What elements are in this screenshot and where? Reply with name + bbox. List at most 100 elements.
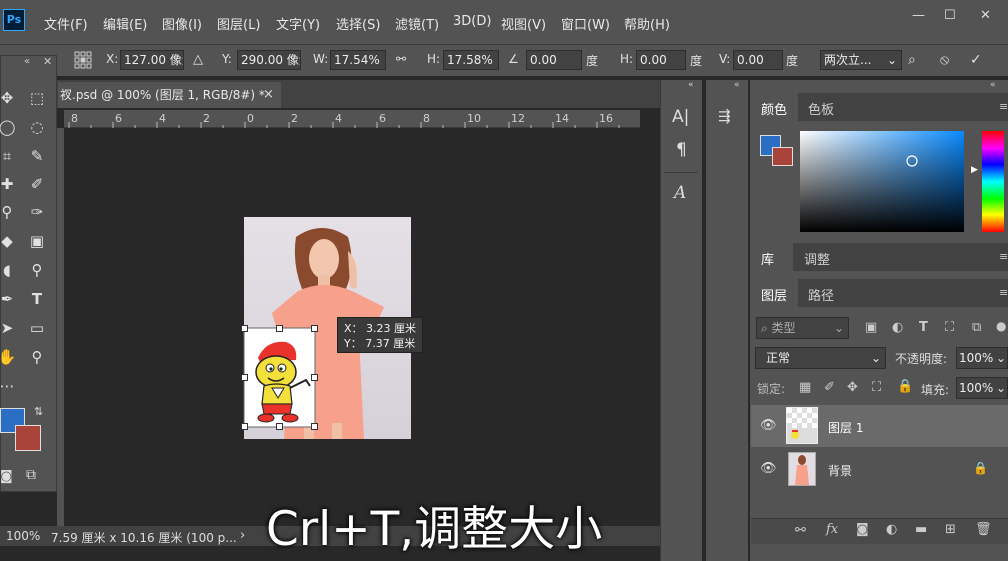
x-field[interactable]: 127.00 像素 <box>120 50 184 70</box>
lock-transparent-icon[interactable]: ▦ <box>799 380 811 395</box>
path-select-tool-icon[interactable]: ➤ <box>0 316 20 340</box>
tab-adjustments[interactable]: 调整 <box>804 249 830 268</box>
maximize-button[interactable]: ☐ <box>944 8 956 23</box>
history-brush-tool-icon[interactable]: ✑ <box>24 200 50 224</box>
type-tool-icon[interactable]: T <box>24 287 50 311</box>
layer-filter-select[interactable]: ⌕ 类型 ⌄ <box>756 317 849 339</box>
zoom-tool-icon[interactable]: ⚲ <box>24 345 50 369</box>
warp-icon[interactable]: ⌕ <box>908 52 916 68</box>
paragraph-panel-icon[interactable]: ¶ <box>676 140 687 160</box>
adjustment-layer-icon[interactable]: ◐ <box>886 522 897 537</box>
interpolation-select[interactable]: 两次立... ⌄ <box>820 50 902 70</box>
close-icon[interactable]: ✕ <box>43 55 52 68</box>
document-tab[interactable]: 衩.psd @ 100% (图层 1, RGB/8#) * <box>58 82 281 108</box>
new-group-icon[interactable]: ▬ <box>915 522 927 537</box>
more-tools-icon[interactable]: ⋯ <box>0 374 20 398</box>
background-color-swatch[interactable] <box>15 425 41 451</box>
menu-file[interactable]: 文件(F) <box>44 14 88 33</box>
lock-artboard-icon[interactable]: ⛶ <box>872 380 881 395</box>
h-field[interactable]: 17.58% <box>443 50 499 70</box>
menu-filter[interactable]: 滤镜(T) <box>395 14 439 33</box>
menu-select[interactable]: 选择(S) <box>336 14 380 33</box>
collapse-icon[interactable]: « <box>990 80 996 90</box>
fill-field[interactable]: 100% ⌄ <box>956 377 1008 399</box>
layer-name[interactable]: 背景 <box>828 462 852 479</box>
panel-menu-icon[interactable]: ≡ <box>999 100 1008 113</box>
collapse-icon[interactable]: « <box>734 80 740 90</box>
hand-tool-icon[interactable]: ✋ <box>0 345 20 369</box>
vskew-field[interactable]: 0.00 <box>733 50 783 70</box>
tab-swatches[interactable]: 色板 <box>808 99 834 118</box>
rectangle-tool-icon[interactable]: ▭ <box>24 316 50 340</box>
minimize-button[interactable]: — <box>912 8 925 23</box>
status-menu-arrow-icon[interactable]: › <box>240 528 245 543</box>
lock-pixels-icon[interactable]: ✐ <box>824 380 835 395</box>
zoom-level[interactable]: 100% <box>6 529 40 543</box>
menu-image[interactable]: 图像(I) <box>162 14 202 33</box>
marquee-tool-icon[interactable]: ⬚ <box>24 86 50 110</box>
add-mask-icon[interactable]: ◙ <box>856 522 869 537</box>
menu-layer[interactable]: 图层(L) <box>217 14 260 33</box>
quick-mask-icon[interactable]: ◙ <box>0 469 13 484</box>
tab-close-icon[interactable]: × <box>263 87 274 102</box>
character-panel-icon[interactable]: A| <box>672 107 689 127</box>
hue-slider[interactable] <box>982 131 1004 232</box>
swap-colors-icon[interactable]: ⇅ <box>34 405 43 418</box>
visibility-eye-icon[interactable]: 👁 <box>760 418 777 433</box>
eraser-tool-icon[interactable]: ◆ <box>0 229 20 253</box>
quick-select-tool-icon[interactable]: ◌ <box>24 115 50 139</box>
move-tool-icon[interactable]: ✥ <box>0 86 20 110</box>
menu-help[interactable]: 帮助(H) <box>624 14 670 33</box>
opacity-field[interactable]: 100% ⌄ <box>956 347 1008 369</box>
close-button[interactable]: ✕ <box>980 8 991 23</box>
menu-edit[interactable]: 编辑(E) <box>103 14 147 33</box>
eyedropper-tool-icon[interactable]: ✎ <box>24 144 50 168</box>
history-panel-icon[interactable]: ⇶ <box>718 107 731 125</box>
menu-view[interactable]: 视图(V) <box>501 14 546 33</box>
filter-type-icon[interactable]: T <box>919 320 928 335</box>
transform-bounding-box[interactable] <box>241 325 319 431</box>
filter-smartobject-icon[interactable]: ⧉ <box>972 320 981 335</box>
panel-menu-icon[interactable]: ≡ <box>999 250 1008 263</box>
lasso-tool-icon[interactable]: ◯ <box>0 115 20 139</box>
link-icon[interactable]: ⚯ <box>396 52 406 66</box>
blur-tool-icon[interactable]: ◖ <box>0 258 20 282</box>
lock-all-icon[interactable]: 🔒 <box>897 379 913 394</box>
commit-transform-icon[interactable]: ✓ <box>970 52 982 68</box>
pen-tool-icon[interactable]: ✒ <box>0 287 20 311</box>
filter-adjustment-icon[interactable]: ◐ <box>892 320 903 335</box>
layer-name[interactable]: 图层 1 <box>828 419 863 436</box>
collapse-icon[interactable]: « <box>688 80 694 90</box>
link-layers-icon[interactable]: ⚯ <box>795 523 806 538</box>
w-field[interactable]: 17.54% <box>330 50 386 70</box>
stamp-tool-icon[interactable]: ⚲ <box>0 200 20 224</box>
panel-menu-icon[interactable]: ≡ <box>999 286 1008 299</box>
tab-paths[interactable]: 路径 <box>808 285 834 304</box>
dodge-tool-icon[interactable]: ⚲ <box>24 258 50 282</box>
reference-point-icon[interactable] <box>74 51 92 69</box>
healing-tool-icon[interactable]: ✚ <box>0 172 20 196</box>
angle-field[interactable]: 0.00 <box>526 50 582 70</box>
filter-shape-icon[interactable]: ⛶ <box>945 320 954 335</box>
color-picker-field[interactable] <box>800 131 964 232</box>
lock-position-icon[interactable]: ✥ <box>847 380 858 395</box>
blend-mode-select[interactable]: 正常 ⌄ <box>755 347 886 369</box>
screen-mode-icon[interactable]: ⧉ <box>26 467 36 483</box>
delta-icon[interactable]: △ <box>193 52 203 67</box>
new-layer-icon[interactable]: ⊞ <box>945 522 956 537</box>
delete-layer-icon[interactable]: 🗑 <box>975 522 992 537</box>
crop-tool-icon[interactable]: ⌗ <box>0 144 20 168</box>
filter-toggle-icon[interactable]: ● <box>996 319 1006 333</box>
menu-3d[interactable]: 3D(D) <box>453 14 491 29</box>
panel-background-swatch[interactable] <box>772 147 793 166</box>
brush-tool-icon[interactable]: ✐ <box>24 172 50 196</box>
gradient-tool-icon[interactable]: ▣ <box>24 229 50 253</box>
collapse-icon[interactable]: « <box>24 56 30 67</box>
filter-pixel-icon[interactable]: ▣ <box>865 320 877 335</box>
y-field[interactable]: 290.00 像素 <box>237 50 301 70</box>
visibility-eye-icon[interactable]: 👁 <box>760 461 777 476</box>
layer-style-icon[interactable]: fx <box>826 522 838 537</box>
menu-window[interactable]: 窗口(W) <box>561 14 610 33</box>
hskew-field[interactable]: 0.00 <box>636 50 686 70</box>
menu-type[interactable]: 文字(Y) <box>276 14 320 33</box>
